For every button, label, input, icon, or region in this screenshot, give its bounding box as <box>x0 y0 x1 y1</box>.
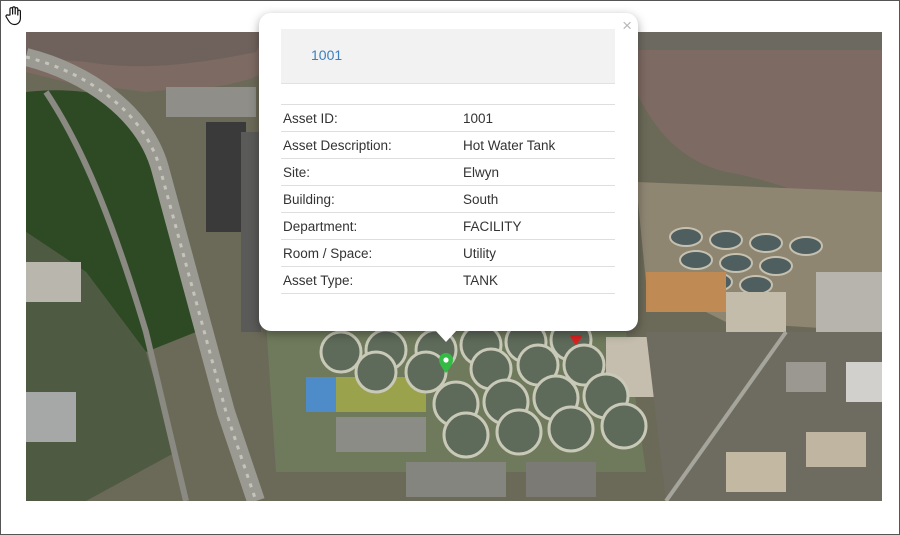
green-marker-icon[interactable] <box>439 353 453 373</box>
asset-type-label: Asset Type: <box>281 266 461 294</box>
room-space-label: Room / Space: <box>281 239 461 267</box>
building-value: South <box>461 185 615 213</box>
department-value: FACILITY <box>461 212 615 240</box>
table-row: Asset ID: 1001 <box>281 104 615 132</box>
table-row: Room / Space: Utility <box>281 239 615 267</box>
site-label: Site: <box>281 158 461 186</box>
building-label: Building: <box>281 185 461 213</box>
site-value: Elwyn <box>461 158 615 186</box>
table-row: Asset Type: TANK <box>281 266 615 294</box>
hand-pointer-icon <box>5 6 21 26</box>
asset-attributes-table: Asset ID: 1001 Asset Description: Hot Wa… <box>281 104 615 294</box>
map-viewer-frame: × 1001 Asset ID: 1001 Asset Description:… <box>0 0 900 535</box>
table-row: Site: Elwyn <box>281 158 615 186</box>
room-space-value: Utility <box>461 239 615 267</box>
asset-description-label: Asset Description: <box>281 131 461 159</box>
red-marker-icon[interactable] <box>570 331 582 345</box>
table-row: Department: FACILITY <box>281 212 615 240</box>
department-label: Department: <box>281 212 461 240</box>
popup-title-link[interactable]: 1001 <box>311 47 342 63</box>
asset-info-popup: × 1001 Asset ID: 1001 Asset Description:… <box>259 13 638 342</box>
popup-header: 1001 <box>281 29 615 84</box>
popup-pointer <box>435 330 457 342</box>
asset-id-value: 1001 <box>461 104 615 132</box>
asset-description-value: Hot Water Tank <box>461 131 615 159</box>
close-icon[interactable]: × <box>622 16 632 36</box>
table-row: Building: South <box>281 185 615 213</box>
table-row: Asset Description: Hot Water Tank <box>281 131 615 159</box>
asset-id-label: Asset ID: <box>281 104 461 132</box>
asset-type-value: TANK <box>461 266 615 294</box>
